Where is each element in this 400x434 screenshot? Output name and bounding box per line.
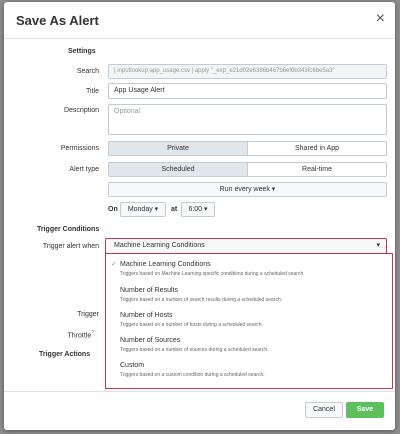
trigger-when-label: Trigger alert when <box>42 243 99 250</box>
permissions-shared-option[interactable]: Shared in App <box>247 142 386 155</box>
trigger-actions-heading: Trigger Actions <box>39 351 91 358</box>
save-button[interactable]: Save <box>346 402 384 418</box>
dialog-title: Save As Alert <box>16 13 99 28</box>
schedule-dropdown[interactable]: Run every week ▾ <box>108 182 387 197</box>
alert-type-toggle: Scheduled Real-time <box>108 162 387 177</box>
permissions-private-option[interactable]: Private <box>109 142 247 155</box>
alert-type-label: Alert type <box>69 166 99 173</box>
title-input[interactable]: App Usage Alert <box>108 83 387 99</box>
alert-type-realtime-option[interactable]: Real-time <box>247 163 386 176</box>
dropdown-option-number-of-sources[interactable]: Number of Sources Triggers based on a nu… <box>120 337 269 353</box>
title-label: Title <box>86 88 99 95</box>
day-dropdown[interactable]: Monday ▾ <box>120 202 166 217</box>
on-label: On <box>108 206 118 213</box>
permissions-label: Permissions <box>60 145 99 152</box>
dropdown-option-number-of-hosts[interactable]: Number of Hosts Triggers based on a numb… <box>120 312 263 328</box>
dialog-footer: Cancel Save <box>4 391 395 430</box>
trigger-condition-value: Machine Learning Conditions <box>114 242 205 249</box>
trigger-label: Trigger <box>77 311 99 318</box>
save-as-alert-dialog: Save As Alert × Settings Search | inputl… <box>4 2 395 430</box>
dropdown-option-custom[interactable]: Custom Triggers based on a custom condit… <box>120 362 265 378</box>
close-icon[interactable]: × <box>376 10 385 28</box>
trigger-conditions-heading: Trigger Conditions <box>37 226 100 233</box>
description-label: Description <box>63 107 99 114</box>
chevron-down-icon: ▾ <box>376 242 380 249</box>
trigger-condition-select[interactable]: Machine Learning Conditions ▾ <box>105 238 387 254</box>
time-dropdown[interactable]: 6:00 ▾ <box>181 202 215 217</box>
cancel-button[interactable]: Cancel <box>305 402 343 418</box>
alert-type-scheduled-option[interactable]: Scheduled <box>109 163 247 176</box>
description-textarea[interactable]: Optional <box>108 104 387 135</box>
dropdown-option-number-of-results[interactable]: Number of Results Triggers based on a nu… <box>120 287 282 303</box>
settings-heading: Settings <box>68 48 96 55</box>
trigger-condition-dropdown-menu: ✓ Machine Learning Conditions Triggers b… <box>105 253 393 389</box>
check-icon: ✓ <box>111 261 117 268</box>
dropdown-option-ml-conditions[interactable]: Machine Learning Conditions Triggers bas… <box>120 261 305 277</box>
throttle-label: Throttle? <box>67 330 94 340</box>
search-field: | inputlookup app_usage.csv | apply "_ex… <box>108 64 387 79</box>
dialog-header: Save As Alert × <box>4 2 395 39</box>
search-label: Search <box>76 68 99 75</box>
at-label: at <box>171 206 178 213</box>
permissions-toggle: Private Shared in App <box>108 141 387 156</box>
help-icon: ? <box>91 330 94 336</box>
